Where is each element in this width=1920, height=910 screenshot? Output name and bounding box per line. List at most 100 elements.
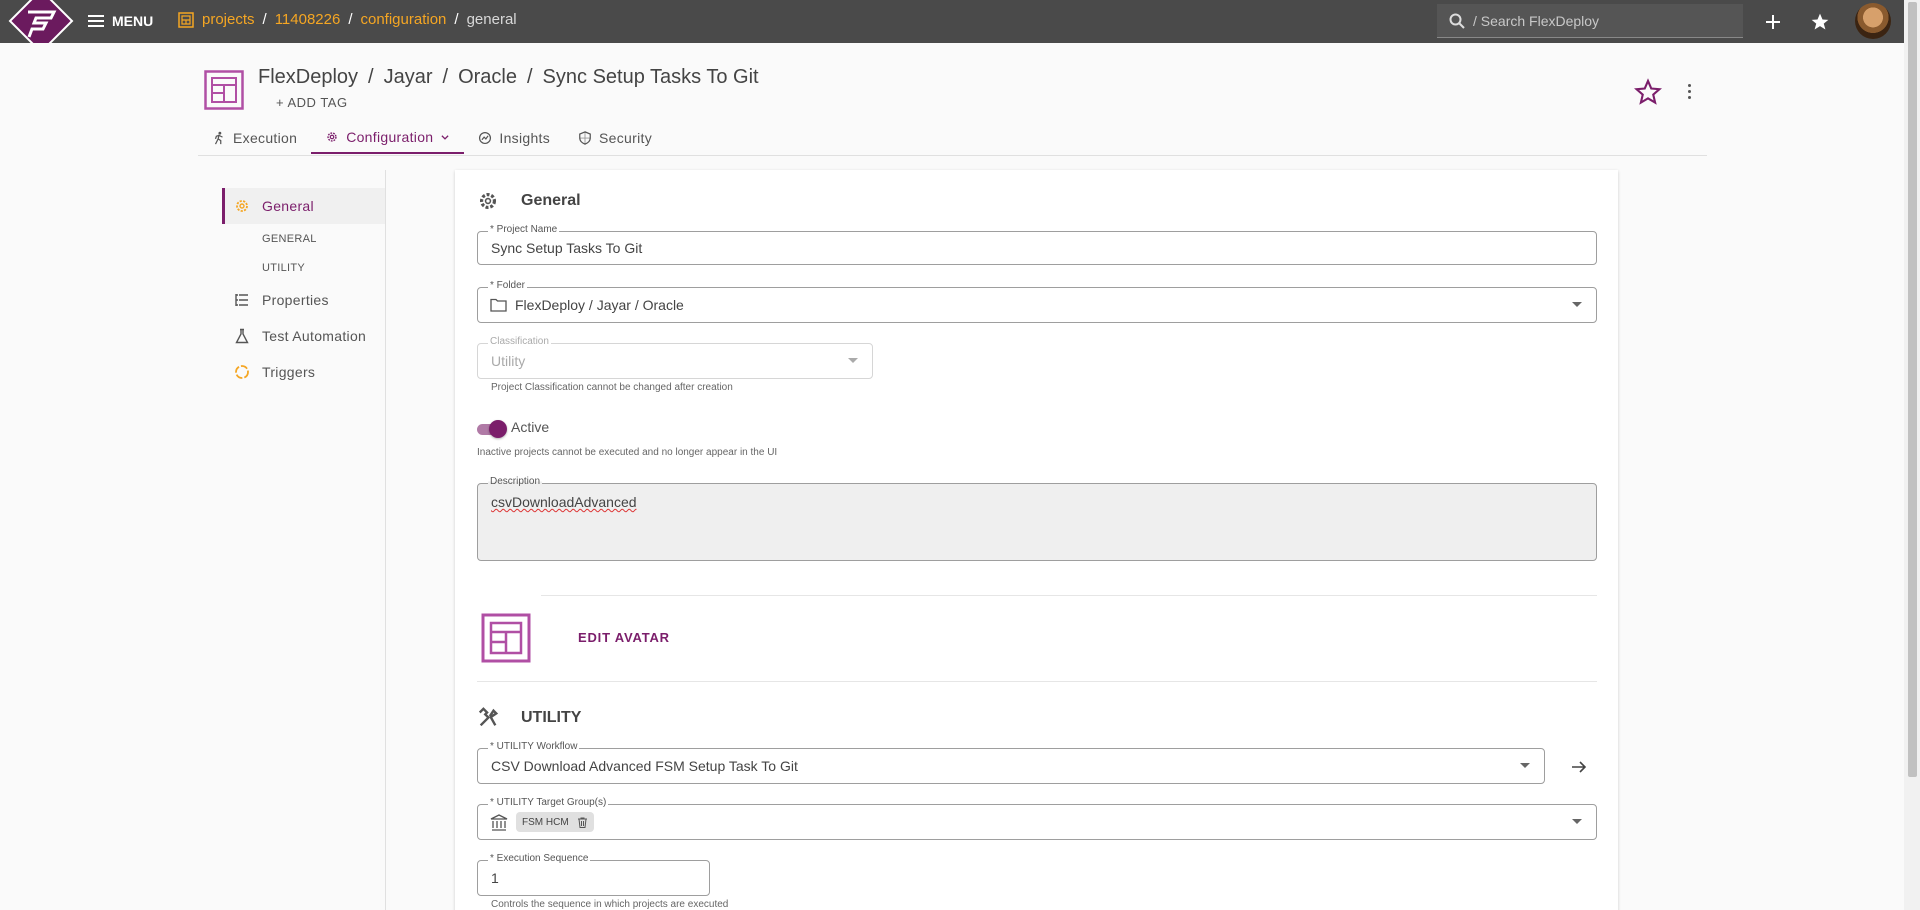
- sidebar-item-test-automation[interactable]: Test Automation: [222, 318, 385, 354]
- breadcrumb-separator: /: [454, 11, 459, 28]
- project-name-label: * Project Name: [488, 224, 560, 235]
- divider: [477, 681, 1597, 682]
- gear-icon: [479, 192, 497, 210]
- path-separator: /: [526, 66, 533, 88]
- execution-sequence-hint: Controls the sequence in which projects …: [491, 899, 729, 910]
- tab-security[interactable]: Security: [564, 122, 666, 154]
- favorites-star-icon[interactable]: [1808, 10, 1832, 34]
- sidebar-item-properties[interactable]: Properties: [222, 282, 385, 318]
- page-scrollbar[interactable]: [1904, 0, 1920, 910]
- tab-configuration[interactable]: Configuration: [311, 122, 465, 154]
- search-box[interactable]: [1437, 4, 1743, 38]
- execution-sequence-value[interactable]: 1: [491, 870, 499, 886]
- chevron-down-icon: [848, 358, 858, 363]
- breadcrumb: projects / 11408226 / configuration / ge…: [178, 11, 517, 28]
- chevron-down-icon: [1520, 763, 1530, 768]
- flexdeploy-logo[interactable]: [8, 0, 74, 54]
- folder-value: FlexDeploy / Jayar / Oracle: [515, 297, 684, 313]
- tab-execution[interactable]: Execution: [198, 122, 311, 154]
- project-path-segment[interactable]: Jayar: [384, 66, 433, 89]
- projects-icon: [178, 11, 194, 28]
- running-icon: [214, 131, 223, 145]
- list-icon: [235, 294, 248, 306]
- plus-icon: +: [276, 95, 288, 110]
- project-name-value[interactable]: Sync Setup Tasks To Git: [491, 240, 642, 256]
- utility-section-header: UTILITY: [477, 707, 581, 729]
- target-group-chip: FSM HCM: [516, 812, 594, 832]
- shield-icon: [579, 131, 591, 145]
- sidebar-subitem-utility[interactable]: UTILITY: [222, 253, 385, 282]
- sidebar-subitem-general[interactable]: GENERAL: [222, 224, 385, 253]
- project-avatar-icon: [481, 613, 531, 663]
- menu-button[interactable]: MENU: [88, 10, 153, 32]
- add-icon[interactable]: [1761, 10, 1785, 34]
- chevron-down-icon: [1572, 819, 1582, 824]
- classification-select: Classification Utility: [477, 336, 873, 379]
- gear-icon: [236, 200, 248, 212]
- hamburger-icon: [88, 15, 104, 27]
- execution-sequence-label: * Execution Sequence: [488, 853, 591, 864]
- utility-section-title: UTILITY: [521, 709, 582, 726]
- folder-icon: [490, 298, 507, 312]
- classification-hint: Project Classification cannot be changed…: [491, 382, 733, 393]
- project-name-title: Sync Setup Tasks To Git: [542, 66, 759, 88]
- project-tabs: Execution Configuration Insights Securit…: [198, 122, 666, 154]
- classification-value: Utility: [491, 353, 526, 369]
- target-groups-select[interactable]: * UTILITY Target Group(s): [477, 797, 1597, 840]
- edit-avatar-button[interactable]: EDIT AVATAR: [578, 630, 670, 645]
- general-section-header: General: [477, 190, 581, 212]
- folder-label: * Folder: [488, 280, 528, 291]
- execution-sequence-field[interactable]: * Execution Sequence 1: [477, 853, 710, 896]
- breadcrumb-separator: /: [348, 11, 353, 28]
- chevron-down-icon: [441, 135, 449, 140]
- tab-insights[interactable]: Insights: [464, 122, 564, 154]
- sidebar-item-general[interactable]: General: [222, 188, 385, 224]
- path-separator: /: [368, 66, 374, 88]
- open-workflow-arrow-icon[interactable]: [1567, 755, 1591, 779]
- user-avatar[interactable]: [1855, 3, 1891, 39]
- utility-workflow-select[interactable]: * UTILITY Workflow CSV Download Advanced…: [477, 741, 1545, 784]
- project-name-field[interactable]: * Project Name Sync Setup Tasks To Git: [477, 224, 1597, 265]
- project-icon: [204, 70, 244, 110]
- project-path-segment[interactable]: Oracle: [458, 66, 517, 89]
- config-sidebar: General GENERAL UTILITY Properties Test …: [222, 188, 385, 390]
- folder-select[interactable]: * Folder FlexDeploy / Jayar / Oracle: [477, 280, 1597, 323]
- sidebar-divider: [385, 170, 386, 910]
- tabs-divider: [198, 155, 1707, 156]
- delete-icon[interactable]: [577, 817, 588, 828]
- utility-workflow-label: * UTILITY Workflow: [488, 741, 580, 752]
- insights-gauge-icon: [479, 131, 492, 145]
- breadcrumb-project-id[interactable]: 11408226: [275, 11, 341, 28]
- chevron-down-icon: [1572, 302, 1582, 307]
- more-vert-icon[interactable]: [1683, 80, 1695, 102]
- project-path-title: FlexDeploy / Jayar / Oracle / Sync Setup…: [258, 66, 759, 89]
- gear-icon: [327, 132, 337, 142]
- menu-label: MENU: [112, 13, 154, 29]
- target-groups-label: * UTILITY Target Group(s): [488, 797, 609, 808]
- description-textarea[interactable]: Description csvDownloadAdvanced: [477, 476, 1597, 561]
- classification-label: Classification: [488, 336, 551, 347]
- path-separator: /: [442, 66, 449, 88]
- description-label: Description: [488, 476, 543, 487]
- utility-workflow-value: CSV Download Advanced FSM Setup Task To …: [491, 758, 798, 774]
- target-group-chip-label: FSM HCM: [522, 816, 569, 828]
- search-input[interactable]: [1473, 12, 1723, 29]
- breadcrumb-projects[interactable]: projects: [202, 11, 255, 28]
- flask-icon: [235, 328, 249, 344]
- bank-icon: [490, 814, 508, 831]
- trigger-cycle-icon: [235, 365, 249, 379]
- description-value[interactable]: csvDownloadAdvanced: [491, 494, 637, 510]
- divider: [541, 595, 1597, 596]
- breadcrumb-general: general: [466, 11, 517, 28]
- active-toggle[interactable]: [477, 420, 507, 438]
- favorite-star-icon[interactable]: [1634, 78, 1662, 106]
- breadcrumb-configuration[interactable]: configuration: [361, 11, 447, 28]
- project-path-segment[interactable]: FlexDeploy: [258, 66, 358, 89]
- active-hint: Inactive projects cannot be executed and…: [477, 447, 778, 458]
- top-bar: MENU projects / 11408226 / configuration…: [0, 0, 1904, 54]
- add-tag-button[interactable]: + ADD TAG: [276, 95, 348, 110]
- search-icon: [1449, 13, 1465, 29]
- sidebar-item-triggers[interactable]: Triggers: [222, 354, 385, 390]
- breadcrumb-separator: /: [262, 11, 267, 28]
- tools-icon: [478, 707, 499, 727]
